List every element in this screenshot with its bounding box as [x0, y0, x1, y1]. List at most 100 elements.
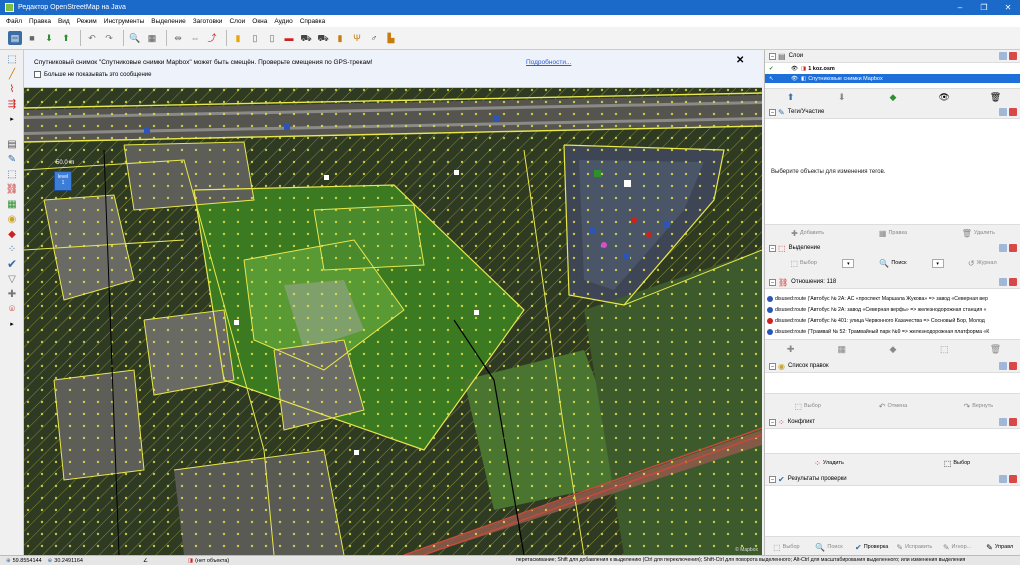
orthogonalize-icon[interactable]: ⤴	[205, 31, 219, 45]
upload-icon[interactable]: ⬆	[59, 31, 73, 45]
minimize-button[interactable]: –	[948, 3, 972, 12]
open-file-icon[interactable]: ▤	[8, 31, 22, 45]
panel-close-icon[interactable]	[1009, 52, 1017, 60]
dont-show-again-checkbox[interactable]: Больше не показывать это сообщение	[34, 71, 151, 78]
map-view[interactable]: 50.0 m level 1 © Mapbox	[24, 50, 762, 555]
layers-toggle-icon[interactable]: ▤	[5, 138, 19, 151]
preset-bus-icon[interactable]: ⛟	[316, 31, 330, 45]
panel-close-icon[interactable]	[1009, 244, 1017, 252]
preset-wall-icon[interactable]: ▯	[248, 31, 262, 45]
map-toggle-icon[interactable]: ▦	[5, 198, 19, 211]
panel-close-icon[interactable]	[1009, 475, 1017, 483]
panel-detach-icon[interactable]	[999, 418, 1007, 426]
filter-toggle-icon[interactable]: ▽	[5, 273, 19, 286]
move-down-icon[interactable]: ⬇	[816, 92, 867, 103]
menu-help[interactable]: Справка	[300, 18, 326, 25]
relation-item[interactable]: disused:route ('Автобус № 2А: завод «Сев…	[767, 306, 1020, 314]
move-up-icon[interactable]: ⬆	[765, 92, 816, 103]
preset-barrier-icon[interactable]: ▙	[384, 31, 398, 45]
search-dropdown-arrow[interactable]: ▾	[931, 258, 944, 268]
panel-detach-icon[interactable]	[999, 362, 1007, 370]
preset-parking-icon[interactable]: ▮	[333, 31, 347, 45]
delete-layer-icon[interactable]: 🗑	[970, 92, 1020, 103]
preset-shop-icon[interactable]: ▬	[282, 31, 296, 45]
maximize-button[interactable]: ❐	[972, 3, 996, 12]
conflict-select-button[interactable]: ⬚ Выбор	[893, 459, 1020, 468]
draw-mode-icon[interactable]: ╱	[5, 68, 19, 81]
preset-car-icon[interactable]: ⛟	[299, 31, 313, 45]
visibility-icon[interactable]: 👁	[791, 76, 801, 82]
add-relation-icon[interactable]: ✚	[765, 344, 816, 355]
select-button[interactable]: ⬚ Выбор	[765, 259, 842, 268]
selection-toggle-icon[interactable]: ⬚	[5, 168, 19, 181]
preset-toilets-icon[interactable]: ♂	[367, 31, 381, 45]
select-dropdown-arrow[interactable]: ▾	[842, 258, 855, 268]
menu-view[interactable]: Вид	[58, 18, 70, 25]
undo-icon[interactable]: ↶	[85, 31, 99, 45]
search-button[interactable]: 🔍 Поиск	[854, 259, 931, 268]
close-notification-button[interactable]: ✕	[736, 55, 744, 66]
menu-tools[interactable]: Инструменты	[104, 18, 145, 25]
panel-detach-icon[interactable]	[999, 278, 1007, 286]
menu-mode[interactable]: Режим	[77, 18, 97, 25]
validate-button[interactable]: ✔ Проверка	[850, 543, 893, 552]
comments-toggle-icon[interactable]: ◉	[5, 213, 19, 226]
validation-toggle-icon[interactable]: ✔	[5, 258, 19, 271]
menu-edit[interactable]: Правка	[29, 18, 51, 25]
author-toggle-icon[interactable]: ✚	[5, 288, 19, 301]
collapse-icon[interactable]: –	[769, 475, 776, 483]
collapse-icon[interactable]: –	[769, 278, 776, 286]
conflict-toggle-icon[interactable]: ⁘	[5, 243, 19, 256]
delete-relation-icon[interactable]: 🗑	[970, 344, 1020, 355]
relations-toggle-icon[interactable]: ⛓	[5, 183, 19, 196]
preset-door-icon[interactable]: ▯	[265, 31, 279, 45]
panel-detach-icon[interactable]	[999, 108, 1007, 116]
edit-tag-button[interactable]: ▦ Правка	[850, 229, 935, 238]
visibility-icon[interactable]: 👁	[791, 66, 801, 72]
panel-close-icon[interactable]	[1009, 278, 1017, 286]
validation-select-button[interactable]: ⬚ Выбор	[765, 543, 808, 552]
download-icon[interactable]: ⬇	[42, 31, 56, 45]
panel-close-icon[interactable]	[1009, 362, 1017, 370]
select-mode-icon[interactable]: ⬚	[5, 53, 19, 66]
show-hide-icon[interactable]: 👁	[919, 92, 970, 103]
menu-windows[interactable]: Окна	[252, 18, 267, 25]
collapse-icon[interactable]: –	[769, 418, 776, 426]
parallel-mode-icon[interactable]: ⇶	[5, 98, 19, 111]
checkbox-box[interactable]	[34, 71, 41, 78]
split-way-icon[interactable]: ⇹	[171, 31, 185, 45]
menu-presets[interactable]: Заготовки	[193, 18, 223, 25]
relation-item[interactable]: disused:route ('Автобус № 2А: АС «проспе…	[767, 295, 1020, 303]
redo-button[interactable]: ↷ Вернуть	[936, 402, 1020, 411]
validation-panel-header[interactable]: – ✔ Результаты проверки	[765, 473, 1020, 485]
relations-panel-header[interactable]: – ⛓ Отношения: 118	[765, 276, 1020, 288]
collapse-icon[interactable]: –	[769, 108, 776, 116]
menu-selection[interactable]: Выделение	[151, 18, 185, 25]
panel-close-icon[interactable]	[1009, 418, 1017, 426]
add-tag-button[interactable]: ✚ Добавить	[765, 229, 850, 238]
relation-item[interactable]: disused:route ('Трамвай № 52: Трамвайный…	[767, 328, 1020, 336]
zoom-icon[interactable]: 🔍	[128, 31, 142, 45]
details-link[interactable]: Подробности...	[526, 59, 571, 66]
redo-icon[interactable]: ↷	[102, 31, 116, 45]
select-relation-icon[interactable]: ⬚	[919, 344, 970, 355]
conflict-panel-header[interactable]: – ⁘ Конфликт	[765, 416, 1020, 428]
collapse-icon[interactable]: –	[769, 52, 776, 60]
close-window-button[interactable]: ✕	[996, 3, 1020, 12]
undo-button[interactable]: ↶ Отмена	[850, 402, 935, 411]
preferences-icon[interactable]: ▦	[145, 31, 159, 45]
manage-button[interactable]: ✎ Управл	[978, 543, 1020, 552]
level-selector[interactable]: level 1	[54, 171, 72, 191]
panel-close-icon[interactable]	[1009, 108, 1017, 116]
validation-search-button[interactable]: 🔍 Поиск	[808, 543, 851, 552]
resolve-button[interactable]: ⁘ Уладить	[765, 459, 893, 468]
panel-detach-icon[interactable]	[999, 52, 1007, 60]
activate-layer-icon[interactable]: ◆	[867, 92, 918, 103]
menu-audio[interactable]: Аудио	[274, 18, 292, 25]
panel-detach-icon[interactable]	[999, 475, 1007, 483]
duplicate-relation-icon[interactable]: ◆	[867, 344, 918, 355]
map-canvas[interactable]	[24, 50, 762, 555]
panel-detach-icon[interactable]	[999, 244, 1007, 252]
menu-file[interactable]: Файл	[6, 18, 22, 25]
menu-layers[interactable]: Слои	[229, 18, 245, 25]
